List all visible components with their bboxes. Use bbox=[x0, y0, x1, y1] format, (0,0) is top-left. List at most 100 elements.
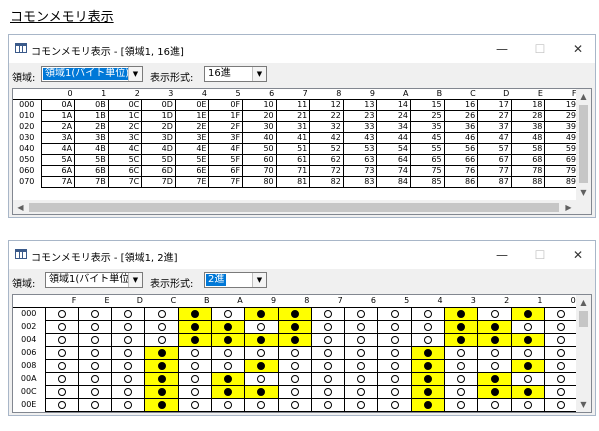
bit-cell-off[interactable] bbox=[111, 398, 146, 412]
bit-cell-on[interactable] bbox=[210, 320, 246, 334]
hex-cell[interactable]: 3B bbox=[74, 132, 109, 144]
bit-cell-on[interactable] bbox=[144, 359, 179, 373]
hex-cell[interactable]: 82 bbox=[309, 176, 344, 188]
hex-cell[interactable]: 65 bbox=[410, 154, 445, 166]
bit-cell-on[interactable] bbox=[510, 359, 545, 373]
hex-cell[interactable]: 76 bbox=[443, 165, 479, 177]
hex-cell[interactable]: 3D bbox=[141, 132, 176, 144]
bit-cell-off[interactable] bbox=[277, 372, 312, 386]
bit-cell-off[interactable] bbox=[111, 359, 146, 373]
hex-cell[interactable]: 5F bbox=[208, 154, 244, 166]
bit-cell-on[interactable] bbox=[477, 372, 512, 386]
hex-cell[interactable]: 7E bbox=[174, 176, 210, 188]
bit-cell-off[interactable] bbox=[477, 398, 512, 412]
hex-cell[interactable]: 30 bbox=[242, 121, 277, 133]
hex-cell[interactable]: 77 bbox=[477, 165, 512, 177]
hex-cell[interactable]: 12 bbox=[309, 99, 344, 111]
hex-cell[interactable]: 47 bbox=[477, 132, 512, 144]
hex-cell[interactable]: 11 bbox=[275, 99, 311, 111]
bit-cell-off[interactable] bbox=[344, 346, 379, 360]
memory-grid[interactable]: 0 1 2 3 4 5 6 7 8 9 A B C D E F 000 0A 0B 0C 0D 0E 0F 10 11 12 13 1… bbox=[12, 88, 592, 215]
hex-cell[interactable]: 15 bbox=[410, 99, 445, 111]
hex-cell[interactable]: 53 bbox=[342, 143, 378, 155]
bit-cell-off[interactable] bbox=[377, 385, 412, 399]
hex-cell[interactable]: 69 bbox=[544, 154, 579, 166]
hex-cell[interactable]: 17 bbox=[477, 99, 512, 111]
hex-cell[interactable]: 39 bbox=[544, 121, 579, 133]
hex-cell[interactable]: 2B bbox=[74, 121, 109, 133]
hex-cell[interactable]: 23 bbox=[342, 110, 378, 122]
hex-cell[interactable]: 4F bbox=[208, 143, 244, 155]
hex-cell[interactable]: 13 bbox=[342, 99, 378, 111]
hex-cell[interactable]: 71 bbox=[275, 165, 311, 177]
bit-cell-off[interactable] bbox=[111, 333, 146, 347]
hex-cell[interactable]: 56 bbox=[443, 143, 479, 155]
bit-cell-off[interactable] bbox=[344, 385, 379, 399]
hex-cell[interactable]: 84 bbox=[376, 176, 412, 188]
bit-cell-off[interactable] bbox=[44, 359, 79, 373]
close-icon[interactable]: ✕ bbox=[563, 245, 593, 265]
memory-grid[interactable]: F E D C B A 9 8 7 6 5 4 3 2 1 0 000 002 004 006 008 00A 00C 00E… bbox=[12, 294, 592, 413]
hex-cell[interactable]: 0F bbox=[208, 99, 244, 111]
bit-cell-off[interactable] bbox=[44, 398, 79, 412]
bit-cell-off[interactable] bbox=[177, 398, 212, 412]
hex-cell[interactable]: 2F bbox=[208, 121, 244, 133]
bit-cell-off[interactable] bbox=[444, 359, 479, 373]
bit-cell-off[interactable] bbox=[277, 398, 312, 412]
bit-cell-off[interactable] bbox=[277, 346, 312, 360]
bit-cell-on[interactable] bbox=[210, 333, 246, 347]
bit-cell-off[interactable] bbox=[77, 346, 113, 360]
bit-cell-off[interactable] bbox=[111, 385, 146, 399]
bit-cell-off[interactable] bbox=[477, 346, 512, 360]
hex-cell[interactable]: 51 bbox=[275, 143, 311, 155]
bit-cell-off[interactable] bbox=[310, 398, 346, 412]
hex-cell[interactable]: 27 bbox=[477, 110, 512, 122]
bit-cell-off[interactable] bbox=[510, 346, 545, 360]
hex-cell[interactable]: 7D bbox=[141, 176, 176, 188]
hex-cell[interactable]: 61 bbox=[275, 154, 311, 166]
area-select[interactable]: 領域1(バイト単位) ▼ bbox=[45, 272, 143, 288]
scroll-left-icon[interactable]: ◀ bbox=[13, 200, 28, 214]
bit-cell-off[interactable] bbox=[44, 333, 79, 347]
hex-cell[interactable]: 88 bbox=[510, 176, 546, 188]
bit-cell-on[interactable] bbox=[410, 372, 446, 386]
bit-cell-on[interactable] bbox=[177, 320, 212, 334]
hex-cell[interactable]: 37 bbox=[477, 121, 512, 133]
vertical-scrollbar[interactable]: ▲ ▼ bbox=[576, 295, 591, 412]
bit-cell-on[interactable] bbox=[144, 398, 179, 412]
hex-cell[interactable]: 14 bbox=[376, 99, 412, 111]
bit-cell-off[interactable] bbox=[310, 385, 346, 399]
hex-cell[interactable]: 21 bbox=[275, 110, 311, 122]
hex-cell[interactable]: 59 bbox=[544, 143, 579, 155]
area-select[interactable]: 領域1(バイト単位) ▼ bbox=[41, 66, 143, 82]
bit-cell-off[interactable] bbox=[543, 398, 579, 412]
hex-cell[interactable]: 10 bbox=[242, 99, 277, 111]
format-select[interactable]: 16進 ▼ bbox=[204, 66, 267, 82]
hex-cell[interactable]: 75 bbox=[410, 165, 445, 177]
hex-cell[interactable]: 58 bbox=[510, 143, 546, 155]
hex-cell[interactable]: 1B bbox=[74, 110, 109, 122]
hex-cell[interactable]: 5B bbox=[74, 154, 109, 166]
bit-cell-on[interactable] bbox=[210, 372, 246, 386]
bit-cell-off[interactable] bbox=[111, 372, 146, 386]
hex-cell[interactable]: 41 bbox=[275, 132, 311, 144]
hex-cell[interactable]: 20 bbox=[242, 110, 277, 122]
chevron-down-icon[interactable]: ▼ bbox=[252, 67, 266, 81]
bit-cell-on[interactable] bbox=[144, 385, 179, 399]
bit-cell-off[interactable] bbox=[377, 320, 412, 334]
bit-cell-off[interactable] bbox=[510, 320, 545, 334]
bit-cell-off[interactable] bbox=[543, 346, 579, 360]
bit-cell-off[interactable] bbox=[44, 346, 79, 360]
hex-cell[interactable]: 33 bbox=[342, 121, 378, 133]
scroll-up-icon[interactable]: ▲ bbox=[576, 89, 591, 104]
bit-cell-off[interactable] bbox=[510, 372, 545, 386]
bit-cell-on[interactable] bbox=[177, 307, 212, 321]
hex-cell[interactable]: 5C bbox=[107, 154, 143, 166]
bit-cell-off[interactable] bbox=[344, 320, 379, 334]
hex-cell[interactable]: 4B bbox=[74, 143, 109, 155]
hex-cell[interactable]: 28 bbox=[510, 110, 546, 122]
scroll-thumb[interactable] bbox=[29, 203, 559, 212]
chevron-down-icon[interactable]: ▼ bbox=[128, 273, 142, 287]
maximize-icon[interactable]: ☐ bbox=[525, 245, 555, 265]
hex-cell[interactable]: 31 bbox=[275, 121, 311, 133]
